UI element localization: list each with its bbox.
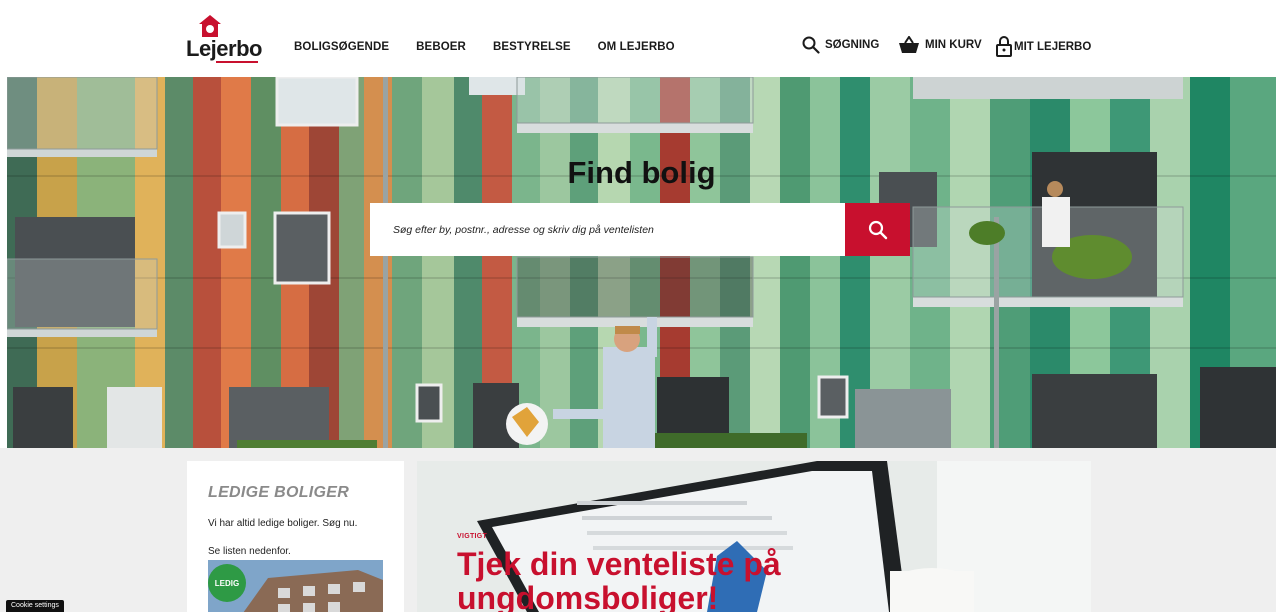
ledig-badge: LEDIG — [208, 564, 246, 602]
search-button[interactable] — [845, 203, 910, 256]
apartment-image: LEDIG — [208, 560, 383, 612]
search-icon — [802, 36, 820, 54]
promo-title: Tjek din venteliste på ungdomsboliger! — [457, 546, 781, 612]
waitlist-promo-banner[interactable]: VIGTIGT Tjek din venteliste på ungdomsbo… — [417, 461, 1091, 612]
nav-item-bestyrelse[interactable]: BESTYRELSE — [493, 41, 571, 53]
hero-title: Find bolig — [567, 155, 716, 190]
cookie-settings-button[interactable]: Cookie settings — [6, 600, 64, 612]
lock-icon — [996, 36, 1012, 57]
promo-label: VIGTIGT — [457, 533, 488, 540]
nav-item-beboer[interactable]: BEBOER — [416, 41, 466, 53]
account-link-label: MIT LEJERBO — [1014, 40, 1092, 53]
lejerbo-logo[interactable]: Lejerbo — [186, 14, 262, 64]
hero-banner: Find bolig — [7, 77, 1276, 448]
search-field-wrapper — [370, 203, 845, 256]
cart-link-label: MIN KURV — [925, 39, 982, 51]
page: Lejerbo BOLIGSØGENDE BEBOER BESTYRELSE O… — [0, 0, 1276, 612]
card-text: Vi har altid ledige boliger. Søg nu. — [208, 518, 358, 529]
main-nav: BOLIGSØGENDE BEBOER BESTYRELSE OM LEJERB… — [294, 41, 702, 53]
basket-icon — [899, 36, 919, 53]
card-link-text[interactable]: Se listen nedenfor. — [208, 546, 291, 557]
building-facade-image — [7, 77, 1276, 448]
search-link-label: SØGNING — [825, 39, 880, 51]
search-link[interactable]: SØGNING — [802, 36, 879, 54]
nav-item-boligsogende[interactable]: BOLIGSØGENDE — [294, 41, 389, 53]
search-icon — [868, 220, 887, 239]
account-link[interactable]: MIT LEJERBO — [996, 36, 1091, 57]
nav-item-om-lejerbo[interactable]: OM LEJERBO — [598, 41, 675, 53]
logo-underline — [216, 61, 258, 63]
cart-link[interactable]: MIN KURV — [898, 36, 982, 54]
search-input[interactable] — [370, 203, 845, 256]
content-section: LEDIGE BOLIGER Vi har altid ledige bolig… — [0, 448, 1276, 612]
card-title: LEDIGE BOLIGER — [208, 484, 350, 501]
house-logo-icon — [199, 15, 221, 37]
site-header: Lejerbo BOLIGSØGENDE BEBOER BESTYRELSE O… — [0, 0, 1276, 77]
available-homes-card[interactable]: LEDIGE BOLIGER Vi har altid ledige bolig… — [187, 461, 404, 612]
logo-wordmark: Lejerbo — [186, 36, 262, 61]
